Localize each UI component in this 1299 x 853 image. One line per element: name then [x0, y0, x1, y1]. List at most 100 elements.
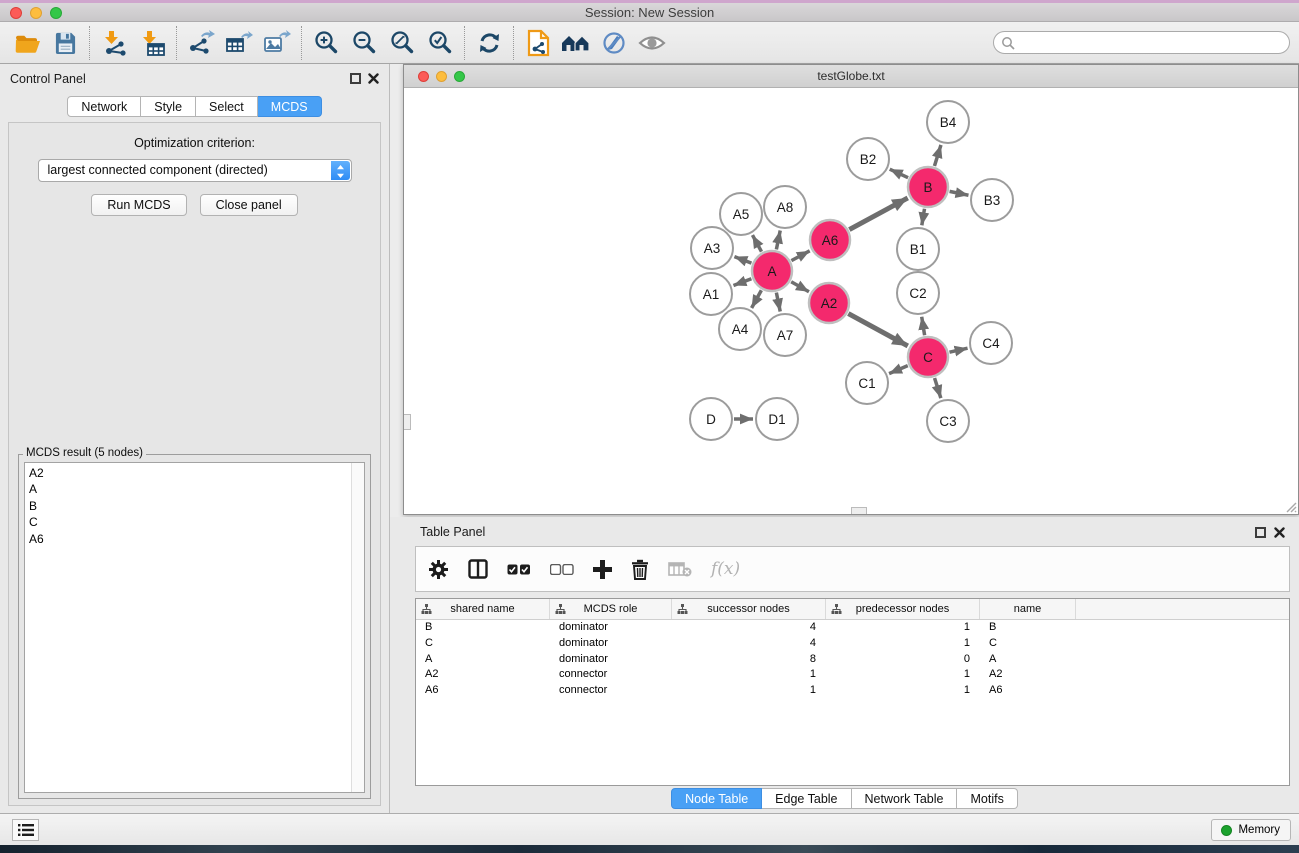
graph-edge-A-A5[interactable] [752, 235, 761, 252]
table-cell[interactable]: A [416, 652, 550, 668]
graph-node-B4[interactable]: B4 [927, 101, 969, 143]
mcds-result-item[interactable]: A6 [29, 531, 364, 547]
table-cell[interactable]: A2 [980, 667, 1076, 683]
table-cell[interactable]: A6 [416, 683, 550, 699]
tab-mcds[interactable]: MCDS [258, 96, 322, 117]
graph-edge-B-B3[interactable] [950, 191, 969, 195]
close-panel-icon[interactable] [368, 73, 379, 84]
vertical-scroll-indicator[interactable] [404, 414, 411, 430]
graph-node-A2[interactable]: A2 [809, 283, 849, 323]
column-header-mcds-role[interactable]: MCDS role [550, 599, 672, 619]
search-input[interactable] [1015, 33, 1289, 52]
table-row[interactable]: A6connector11A6 [416, 683, 1289, 699]
zoom-fit-button[interactable] [383, 25, 421, 61]
tab-edge-table[interactable]: Edge Table [762, 788, 851, 809]
graph-node-A4[interactable]: A4 [719, 308, 761, 350]
graph-edge-B-B2[interactable] [890, 169, 908, 178]
open-file-button[interactable] [8, 25, 46, 61]
table-row[interactable]: Cdominator41C [416, 636, 1289, 652]
run-mcds-button[interactable]: Run MCDS [91, 194, 186, 216]
mcds-result-item[interactable]: C [29, 514, 364, 530]
column-header-name[interactable]: name [980, 599, 1076, 619]
graph-edge-C-C2[interactable] [922, 317, 925, 336]
table-cell[interactable]: C [980, 636, 1076, 652]
close-panel-icon[interactable] [1274, 527, 1285, 538]
graph-node-D[interactable]: D [690, 398, 732, 440]
graph-node-A1[interactable]: A1 [690, 273, 732, 315]
graph-node-A7[interactable]: A7 [764, 314, 806, 356]
graph-node-A8[interactable]: A8 [764, 186, 806, 228]
table-cell[interactable]: 1 [826, 620, 980, 636]
network-zoom-button[interactable] [454, 71, 465, 82]
resize-grip-icon[interactable] [1283, 499, 1297, 513]
graph-edge-A-A4[interactable] [752, 290, 762, 308]
column-header-predecessor-nodes[interactable]: predecessor nodes [826, 599, 980, 619]
deselect-all-columns-button[interactable] [550, 554, 574, 584]
table-cell[interactable]: A [980, 652, 1076, 668]
table-row[interactable]: Adominator80A [416, 652, 1289, 668]
mcds-result-item[interactable]: B [29, 498, 364, 514]
tab-select[interactable]: Select [196, 96, 258, 117]
table-cell[interactable]: 1 [826, 667, 980, 683]
float-panel-icon[interactable] [350, 73, 361, 84]
graph-node-A5[interactable]: A5 [720, 193, 762, 235]
mcds-result-list[interactable]: A2ABCA6 [24, 462, 365, 793]
graph-edge-C-C1[interactable] [889, 366, 908, 374]
graph-edge-B-B1[interactable] [922, 209, 925, 226]
tab-network-table[interactable]: Network Table [852, 788, 958, 809]
import-table-button[interactable] [133, 25, 171, 61]
horizontal-scroll-indicator[interactable] [851, 507, 867, 514]
table-cell[interactable]: B [980, 620, 1076, 636]
result-scrollbar[interactable] [351, 463, 364, 792]
apply-layout-button[interactable] [470, 25, 508, 61]
graph-node-A6[interactable]: A6 [810, 220, 850, 260]
network-document-button[interactable] [519, 25, 557, 61]
graph-node-C3[interactable]: C3 [927, 400, 969, 442]
tab-network[interactable]: Network [67, 96, 141, 117]
memory-button[interactable]: Memory [1211, 819, 1291, 841]
graph-node-C2[interactable]: C2 [897, 272, 939, 314]
graph-node-D1[interactable]: D1 [756, 398, 798, 440]
graph-edge-C-C3[interactable] [935, 378, 941, 398]
save-session-button[interactable] [46, 25, 84, 61]
table-cell[interactable]: dominator [550, 620, 672, 636]
graph-edge-B-B4[interactable] [934, 145, 940, 166]
node-table[interactable]: shared nameMCDS rolesuccessor nodesprede… [415, 598, 1290, 786]
table-cell[interactable]: 0 [826, 652, 980, 668]
search-field[interactable] [993, 31, 1290, 54]
graph-node-B3[interactable]: B3 [971, 179, 1013, 221]
graph-edge-A-A8[interactable] [776, 231, 780, 250]
network-close-button[interactable] [418, 71, 429, 82]
table-cell[interactable]: 8 [672, 652, 826, 668]
table-settings-button[interactable] [428, 554, 449, 584]
close-window-button[interactable] [10, 7, 22, 19]
network-canvas[interactable]: B4B2BB3A8A5A6A3B1AC2A1A2A4A7C4CC1DD1C3 [404, 89, 1298, 514]
graph-edge-A2-C[interactable] [848, 314, 907, 346]
close-panel-button[interactable]: Close panel [200, 194, 298, 216]
graph-node-A3[interactable]: A3 [691, 227, 733, 269]
minimize-window-button[interactable] [30, 7, 42, 19]
float-panel-icon[interactable] [1255, 527, 1266, 538]
graph-edge-A6-B[interactable] [849, 198, 907, 230]
network-window-titlebar[interactable]: testGlobe.txt [404, 65, 1298, 88]
table-cell[interactable]: 1 [672, 667, 826, 683]
table-cell[interactable]: dominator [550, 652, 672, 668]
table-cell[interactable]: B [416, 620, 550, 636]
zoom-out-button[interactable] [345, 25, 383, 61]
export-table-button[interactable] [220, 25, 258, 61]
delete-column-button[interactable] [631, 554, 649, 584]
create-column-button[interactable] [593, 554, 612, 584]
tab-style[interactable]: Style [141, 96, 196, 117]
table-cell[interactable]: 1 [826, 683, 980, 699]
table-row[interactable]: Bdominator41B [416, 620, 1289, 636]
function-builder-button[interactable]: f(x) [711, 554, 740, 584]
table-cell[interactable]: A2 [416, 667, 550, 683]
network-minimize-button[interactable] [436, 71, 447, 82]
graph-edge-A-A2[interactable] [791, 282, 809, 292]
table-cell[interactable]: 4 [672, 620, 826, 636]
tab-node-table[interactable]: Node Table [671, 788, 762, 809]
table-cell[interactable]: 1 [672, 683, 826, 699]
graph-edge-C-C4[interactable] [949, 348, 967, 352]
graph-node-B1[interactable]: B1 [897, 228, 939, 270]
graph-node-B[interactable]: B [908, 167, 948, 207]
